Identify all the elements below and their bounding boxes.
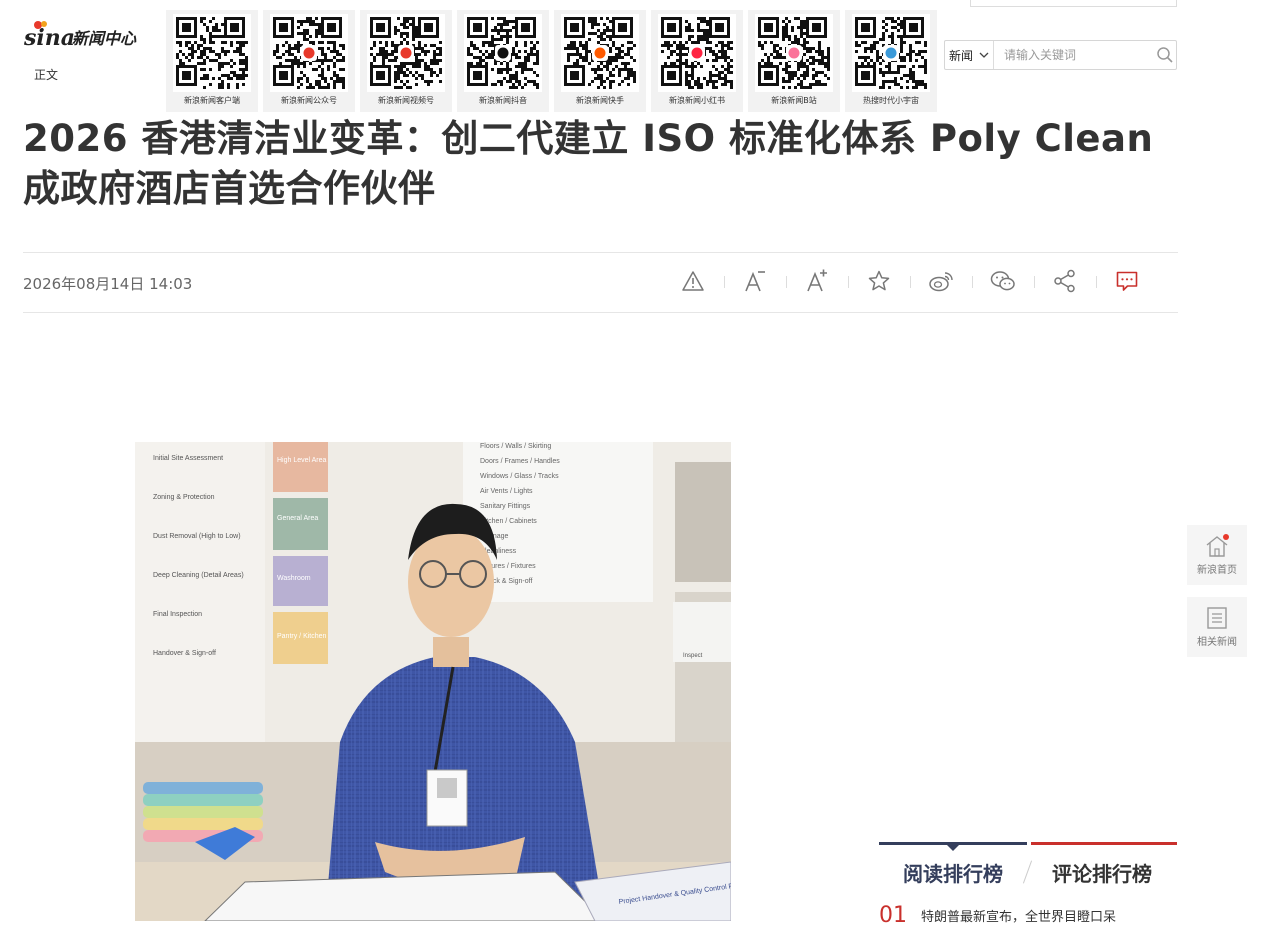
ranking-item-title: 特朗普最新宣布，全世界目瞪口呆 <box>921 909 1117 925</box>
ranking-tabs: 阅读排行榜 评论排行榜 <box>879 845 1177 899</box>
photo-zone-label: High Level Area <box>277 457 327 464</box>
photo-zone-label: Washroom <box>277 575 311 582</box>
qr-code-icon <box>755 14 833 92</box>
share-weibo-button[interactable] <box>910 262 972 300</box>
font-decrease-icon <box>745 271 765 292</box>
qr-card[interactable]: 新浪新闻B站 <box>748 10 840 112</box>
float-nav-home-label: 新浪首页 <box>1197 565 1237 576</box>
photo-step-label: Zoning & Protection <box>153 494 215 501</box>
photo-step-label: Handover & Sign-off <box>153 650 216 657</box>
font-smaller-button[interactable] <box>724 262 786 300</box>
meta-bottom-divider <box>23 312 1178 313</box>
sina-news-logo[interactable]: sina 新闻中心 <box>24 18 154 54</box>
logo-site-name: 新闻中心 <box>72 29 137 48</box>
float-nav-related[interactable]: 相关新闻 <box>1187 597 1247 657</box>
qr-card[interactable]: 新浪新闻快手 <box>554 10 646 112</box>
qr-label: 新浪新闻客户端 <box>184 96 240 105</box>
qr-code-icon <box>658 14 736 92</box>
photo-checklist-item: Doors / Frames / Handles <box>480 458 560 465</box>
qr-code-icon <box>173 14 251 92</box>
ranking-panel: 阅读排行榜 评论排行榜 01 特朗普最新宣布，全世界目瞪口呆 <box>879 842 1177 928</box>
favorite-button[interactable] <box>848 262 910 300</box>
float-nav-related-label: 相关新闻 <box>1197 637 1237 648</box>
qr-label: 新浪新闻快手 <box>576 96 624 105</box>
photo-zone-label: General Area <box>277 515 318 522</box>
article-title: 2026 香港清洁业变革：创二代建立 ISO 标准化体系 Poly Clean … <box>23 117 1154 210</box>
photo-zone-label: Pantry / Kitchen <box>277 633 327 640</box>
qr-card[interactable]: 新浪新闻客户端 <box>166 10 258 112</box>
star-icon <box>868 270 890 291</box>
qr-card[interactable]: 新浪新闻抖音 <box>457 10 549 112</box>
comment-button[interactable] <box>1096 262 1158 300</box>
qr-code-icon <box>561 14 639 92</box>
photo-checklist-item: Sanitary Fittings <box>480 503 531 510</box>
float-nav-home[interactable]: 新浪首页 <box>1187 525 1247 585</box>
share-icon <box>1054 269 1075 293</box>
ranking-item-number: 01 <box>879 902 907 928</box>
qr-code-icon <box>464 14 542 92</box>
breadcrumb: 正文 <box>34 68 59 82</box>
article-datetime: 2026年08月14日 14:03 <box>23 275 193 293</box>
qr-code-icon <box>852 14 930 92</box>
search-category-select[interactable]: 新闻 <box>945 41 994 69</box>
warning-icon <box>682 271 704 291</box>
photo-checklist-item: Floors / Walls / Skirting <box>480 443 551 450</box>
list-icon <box>1207 607 1227 629</box>
photo-step-label: Dust Removal (High to Low) <box>153 533 241 540</box>
qr-card[interactable]: 热搜时代小宇宙 <box>845 10 937 112</box>
share-wechat-button[interactable] <box>972 262 1034 300</box>
search-button[interactable] <box>1154 41 1176 69</box>
photo-checklist-item: Air Vents / Lights <box>480 488 533 495</box>
qr-label: 热搜时代小宇宙 <box>863 96 919 105</box>
logo-word: sina <box>24 25 75 51</box>
search-icon <box>1157 47 1173 63</box>
qr-label: 新浪新闻公众号 <box>281 96 337 105</box>
qr-code-row: 新浪新闻客户端 新浪新闻公众号 新浪新闻视频号 新浪新闻抖音 新浪新闻快手 新浪新闻小红书… <box>166 10 937 112</box>
report-button[interactable] <box>662 262 724 300</box>
article-photo: Initial Site Assessment Zoning & Protecti… <box>135 442 731 921</box>
ranking-active-bar <box>879 842 1027 851</box>
photo-step-label: Initial Site Assessment <box>153 455 223 462</box>
qr-label: 新浪新闻抖音 <box>479 96 527 105</box>
search-category-label: 新闻 <box>948 48 973 63</box>
ranking-item[interactable]: 01 特朗普最新宣布，全世界目瞪口呆 <box>879 902 1177 928</box>
qr-label: 新浪新闻B站 <box>771 96 817 105</box>
share-button[interactable] <box>1034 262 1096 300</box>
photo-step-label: Deep Cleaning (Detail Areas) <box>153 572 244 579</box>
font-larger-button[interactable] <box>786 262 848 300</box>
photo-checklist-item: Windows / Glass / Tracks <box>480 473 559 480</box>
ranking-inactive-bar <box>1031 842 1177 845</box>
top-bar-edge <box>970 0 1177 7</box>
qr-code-icon <box>367 14 445 92</box>
qr-code-icon <box>270 14 348 92</box>
search-box: 新闻 <box>944 40 1177 70</box>
meta-top-divider <box>23 252 1178 253</box>
search-input[interactable] <box>993 41 1154 69</box>
home-icon <box>1206 534 1229 557</box>
article-toolbar <box>662 262 1158 300</box>
chevron-down-icon <box>979 52 989 58</box>
photo-handover-inspect: Inspect <box>683 653 703 659</box>
qr-card[interactable]: 新浪新闻公众号 <box>263 10 355 112</box>
qr-card[interactable]: 新浪新闻小红书 <box>651 10 743 112</box>
font-increase-icon <box>807 269 827 292</box>
tab-read-ranking[interactable]: 阅读排行榜 <box>879 858 1027 887</box>
qr-label: 新浪新闻视频号 <box>378 96 434 105</box>
qr-label: 新浪新闻小红书 <box>669 96 725 105</box>
weibo-icon <box>929 272 953 292</box>
comment-icon <box>1116 271 1138 291</box>
tab-comment-ranking[interactable]: 评论排行榜 <box>1028 858 1176 887</box>
qr-card[interactable]: 新浪新闻视频号 <box>360 10 452 112</box>
photo-step-label: Final Inspection <box>153 611 202 618</box>
wechat-icon <box>990 271 1015 291</box>
